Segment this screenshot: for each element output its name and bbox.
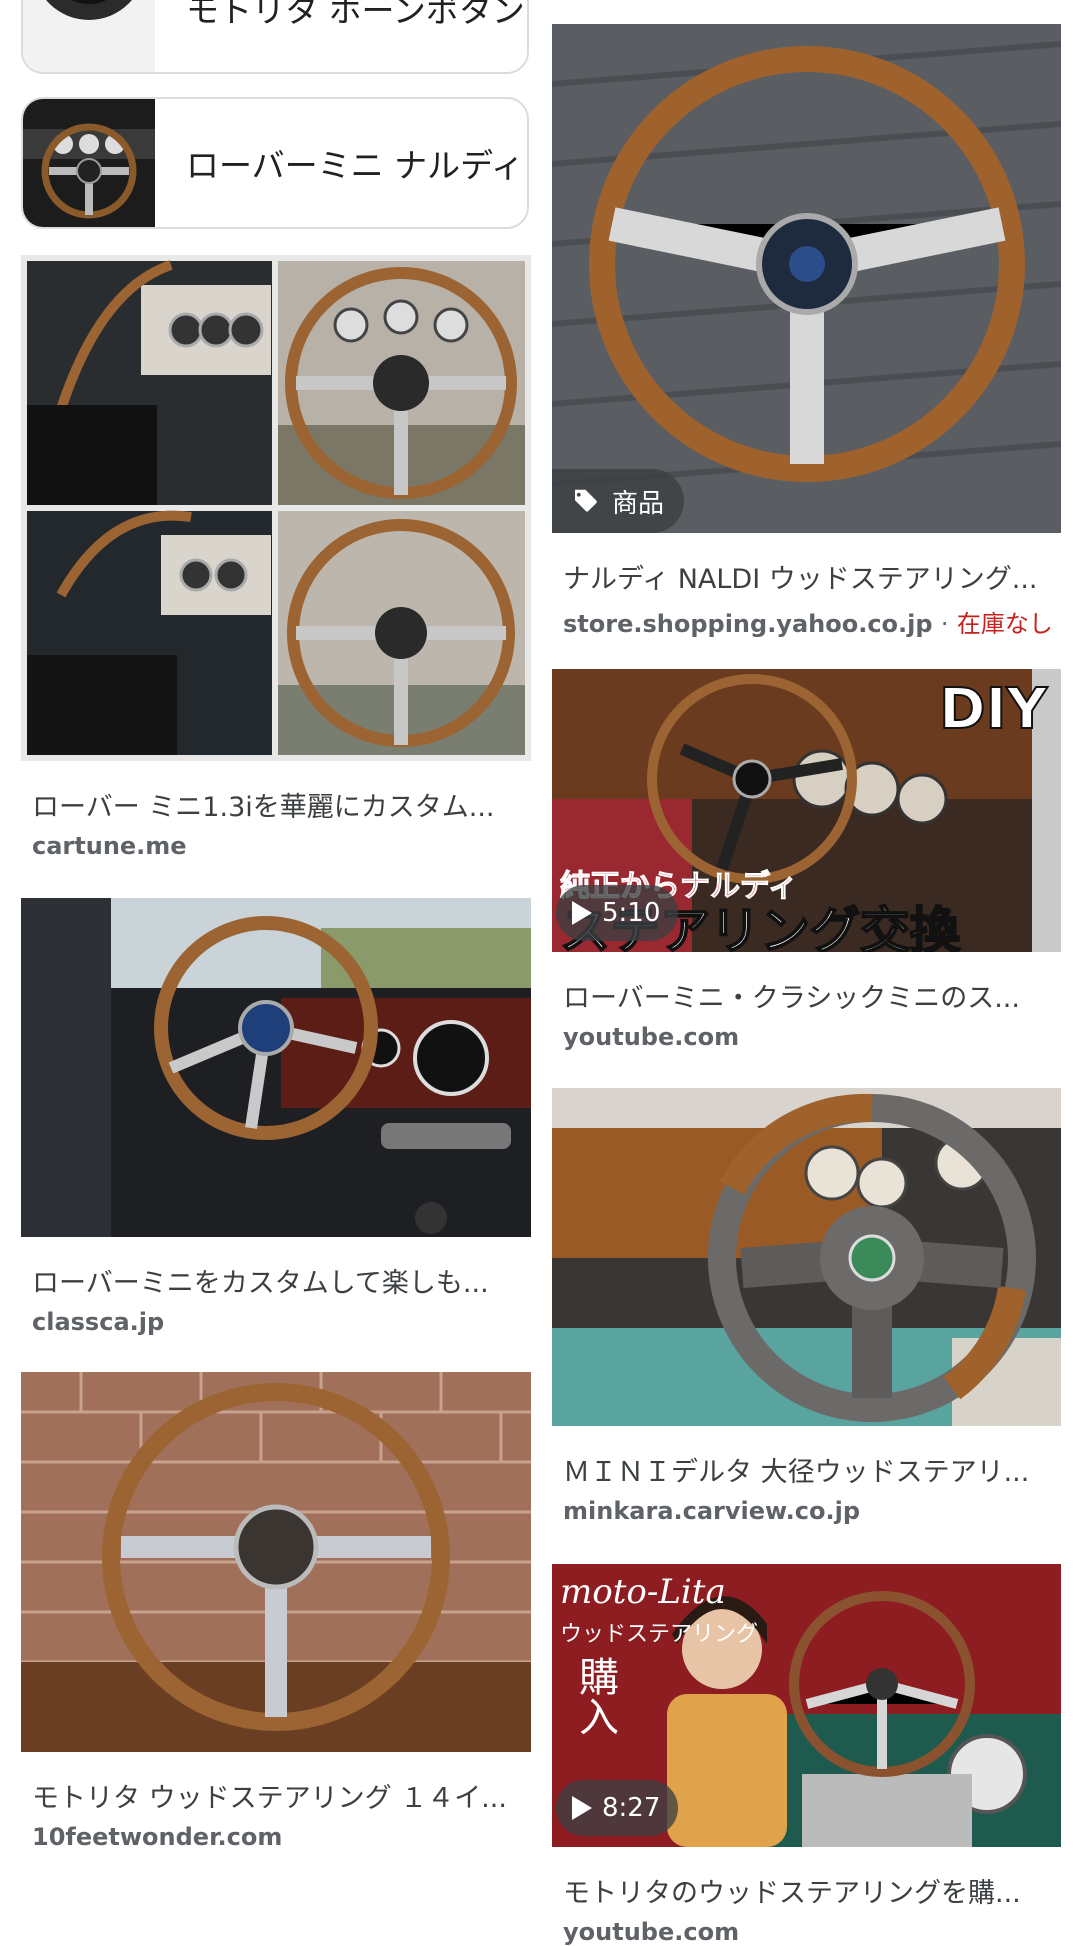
product-badge: 商品	[552, 469, 685, 533]
play-icon	[572, 1796, 592, 1820]
video-duration: 5:10	[556, 885, 679, 941]
result-image-video-thumbnail[interactable]: DIY 純正からナルディ ステアリング交換 5:10	[552, 669, 1061, 952]
result-image-mini-delta-wheel[interactable]	[552, 1088, 1061, 1426]
result-image-collage[interactable]	[21, 255, 531, 761]
result-title[interactable]: モトリタのウッドステアリングを購...	[563, 1871, 1051, 1910]
image-result-card[interactable]: 商品 ナルディ NALDI ウッドステアリング... store.shoppin…	[552, 24, 1061, 639]
source-domain: store.shopping.yahoo.co.jp	[563, 610, 933, 638]
chip-thumbnail	[23, 99, 155, 227]
video-result-card[interactable]: moto-Lita ウッドステアリング 購入 8:27 モトリタのウッドステアリ…	[552, 1564, 1061, 1946]
result-image-wood-steering[interactable]	[21, 1372, 531, 1752]
video-duration: 8:27	[556, 1780, 679, 1836]
result-image-nardi-wheel[interactable]: 商品	[552, 24, 1061, 533]
duration-label: 5:10	[602, 898, 661, 928]
result-source: store.shopping.yahoo.co.jp · 在庫なし	[563, 604, 1061, 639]
result-title[interactable]: ローバーミニをカスタムして楽しも...	[32, 1261, 520, 1300]
thumbnail-overlay-diy: DIY	[938, 676, 1048, 743]
result-title[interactable]: ナルディ NALDI ウッドステアリング...	[563, 557, 1051, 596]
result-image-car-interior[interactable]	[21, 898, 531, 1237]
result-source: cartune.me	[32, 832, 187, 860]
result-title[interactable]: ＭＩＮＩデルタ 大径ウッドステアリ...	[563, 1450, 1051, 1489]
thumbnail-overlay-buy: 購入	[572, 1656, 618, 1736]
result-source: minkara.carview.co.jp	[563, 1497, 861, 1525]
image-result-card[interactable]: ローバーミニをカスタムして楽しも... classca.jp	[21, 898, 531, 1336]
chip-thumbnail	[23, 0, 155, 72]
chip-label: ローバーミニ ナルディ	[186, 146, 524, 185]
result-source: classca.jp	[32, 1308, 165, 1336]
play-icon	[572, 901, 592, 925]
chip-label: モトリタ ホーンボタン	[186, 0, 525, 30]
suggestion-chip-horn-button[interactable]: モトリタ ホーンボタン	[21, 0, 529, 74]
result-title[interactable]: モトリタ ウッドステアリング １４イ...	[32, 1776, 520, 1815]
image-result-card[interactable]: ＭＩＮＩデルタ 大径ウッドステアリ... minkara.carview.co.…	[552, 1088, 1061, 1525]
video-result-card[interactable]: DIY 純正からナルディ ステアリング交換 5:10 ローバーミニ・クラシックミ…	[552, 669, 1061, 1051]
badge-label: 商品	[612, 488, 665, 519]
duration-label: 8:27	[602, 1793, 661, 1823]
result-source: 10feetwonder.com	[32, 1823, 283, 1851]
result-source: youtube.com	[563, 1023, 740, 1051]
result-title[interactable]: ローバーミニ・クラシックミニのス...	[563, 976, 1051, 1015]
tag-icon	[575, 489, 597, 512]
result-source: youtube.com	[563, 1918, 740, 1946]
image-result-card[interactable]: モトリタ ウッドステアリング １４イ... 10feetwonder.com	[21, 1372, 531, 1851]
stock-status: 在庫なし	[956, 610, 1053, 638]
thumbnail-overlay-subtitle: ウッドステアリング	[560, 1622, 759, 1647]
image-result-card[interactable]: ローバー ミニ1.3iを華麗にカスタム... cartune.me	[21, 255, 531, 860]
suggestion-chip-rover-mini-nardi[interactable]: ローバーミニ ナルディ	[21, 97, 529, 229]
thumbnail-overlay-script: moto-Lita	[560, 1572, 726, 1612]
source-separator: ·	[940, 610, 949, 638]
result-image-video-thumbnail[interactable]: moto-Lita ウッドステアリング 購入 8:27	[552, 1564, 1061, 1847]
result-title[interactable]: ローバー ミニ1.3iを華麗にカスタム...	[32, 785, 520, 824]
